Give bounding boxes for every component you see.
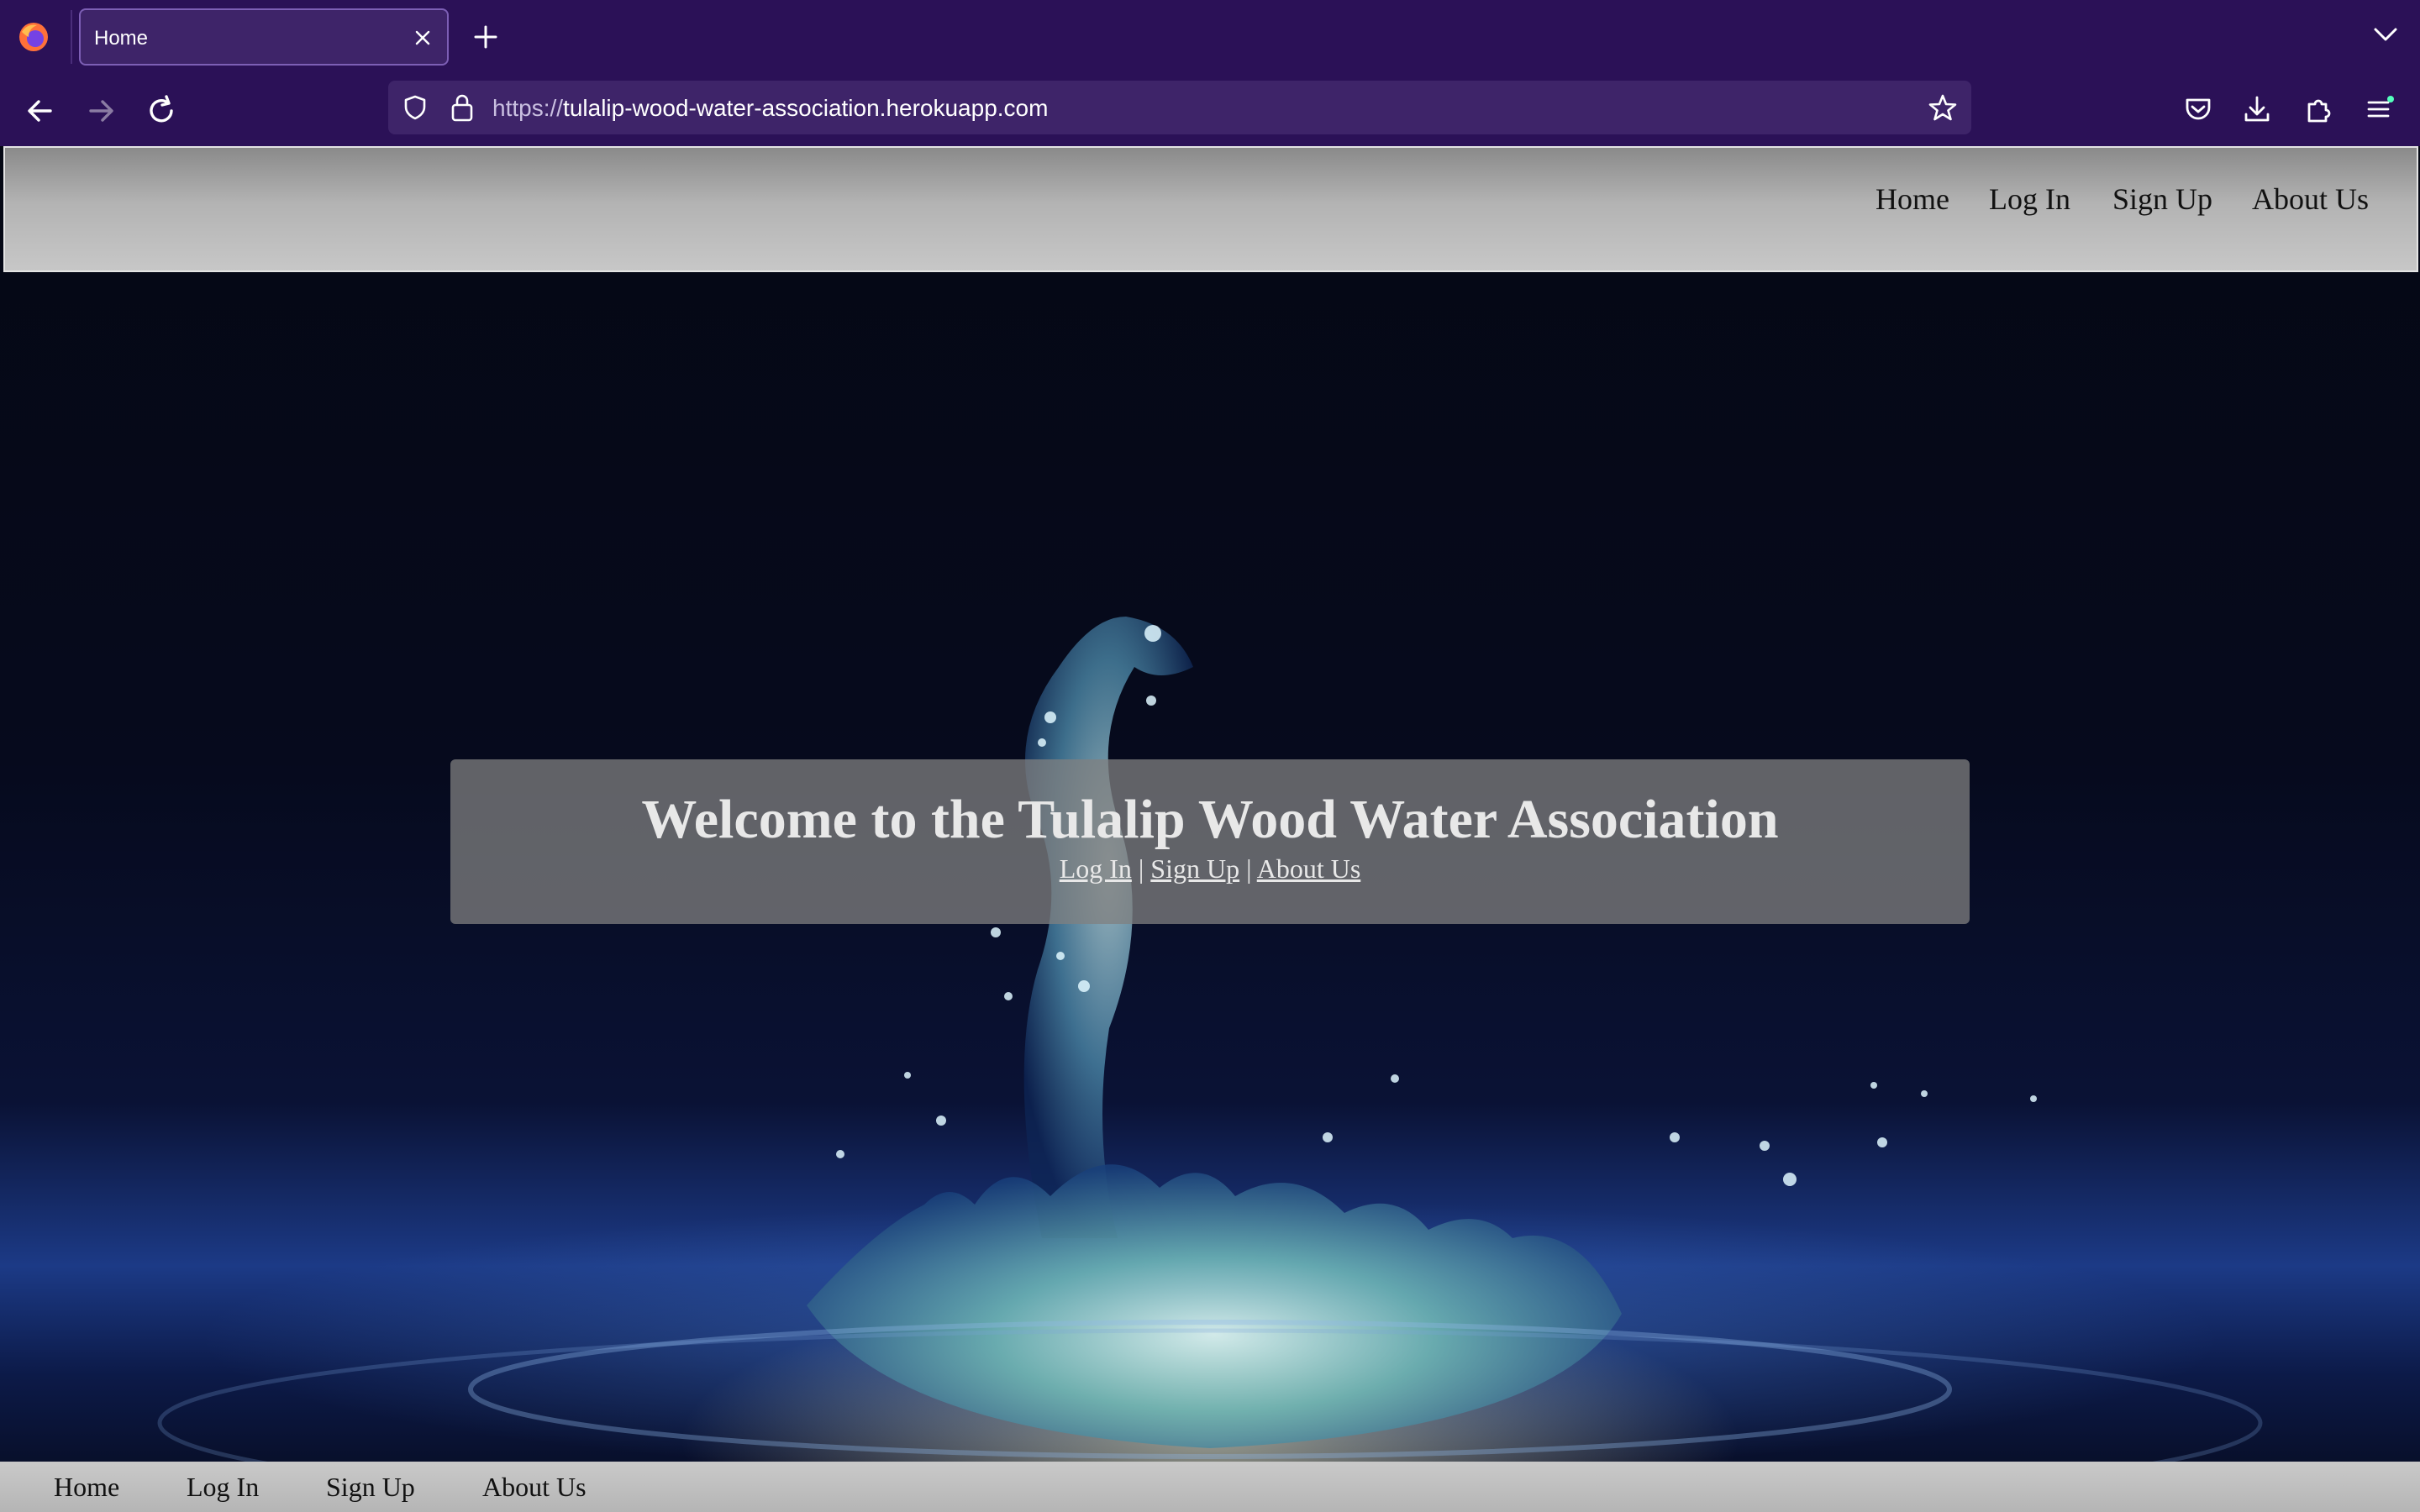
welcome-banner: Welcome to the Tulalip Wood Water Associ… bbox=[450, 759, 1970, 924]
web-page: Home Log In Sign Up About Us Welcome to … bbox=[0, 146, 2420, 1512]
back-arrow-icon[interactable] bbox=[22, 92, 59, 129]
menu-icon[interactable] bbox=[2363, 92, 2396, 126]
star-icon[interactable] bbox=[1928, 92, 1958, 123]
footer-link-sign-up[interactable]: Sign Up bbox=[326, 1472, 415, 1503]
browser-nav-bar: https://tulalip-wood-water-association.h… bbox=[0, 74, 2420, 146]
tab-title: Home bbox=[94, 27, 149, 50]
plus-icon[interactable] bbox=[471, 22, 501, 52]
nav-link-sign-up[interactable]: Sign Up bbox=[2112, 181, 2212, 217]
url-host: tulalip-wood-water-association.herokuapp… bbox=[563, 95, 1049, 121]
browser-tab-bar: Home bbox=[0, 0, 2420, 74]
tab-separator bbox=[71, 10, 72, 64]
nav-link-about-us[interactable]: About Us bbox=[2252, 181, 2369, 217]
footer-link-log-in[interactable]: Log In bbox=[187, 1472, 259, 1503]
chevron-down-icon[interactable] bbox=[2373, 25, 2398, 44]
welcome-title: Welcome to the Tulalip Wood Water Associ… bbox=[641, 789, 1779, 850]
nav-link-home[interactable]: Home bbox=[1876, 181, 1949, 217]
shield-icon[interactable] bbox=[402, 94, 429, 121]
download-icon[interactable] bbox=[2240, 92, 2274, 126]
site-footer: Home Log In Sign Up About Us bbox=[0, 1462, 2420, 1512]
url-scheme: https:// bbox=[492, 95, 564, 121]
footer-link-home[interactable]: Home bbox=[54, 1472, 119, 1503]
nav-link-log-in[interactable]: Log In bbox=[1989, 181, 2070, 217]
forward-arrow-icon[interactable] bbox=[82, 92, 119, 129]
lock-icon[interactable] bbox=[449, 92, 476, 123]
close-icon[interactable] bbox=[413, 29, 432, 47]
pocket-icon[interactable] bbox=[2181, 92, 2215, 126]
firefox-logo-icon[interactable] bbox=[17, 20, 50, 54]
extensions-icon[interactable] bbox=[2302, 92, 2336, 126]
hero-link-log-in[interactable]: Log In bbox=[1060, 853, 1132, 884]
site-header: Home Log In Sign Up About Us bbox=[3, 146, 2418, 272]
link-separator: | bbox=[1138, 853, 1144, 884]
link-separator: | bbox=[1246, 853, 1252, 884]
footer-link-about-us[interactable]: About Us bbox=[482, 1472, 587, 1503]
browser-tab-home[interactable]: Home bbox=[79, 8, 449, 66]
url-text[interactable]: https://tulalip-wood-water-association.h… bbox=[492, 95, 1048, 122]
welcome-links: Log In | Sign Up | About Us bbox=[450, 853, 1970, 885]
reload-icon[interactable] bbox=[143, 92, 180, 129]
hero-link-about-us[interactable]: About Us bbox=[1257, 853, 1361, 884]
url-bar[interactable]: https://tulalip-wood-water-association.h… bbox=[388, 81, 1971, 134]
hero-link-sign-up[interactable]: Sign Up bbox=[1150, 853, 1239, 884]
